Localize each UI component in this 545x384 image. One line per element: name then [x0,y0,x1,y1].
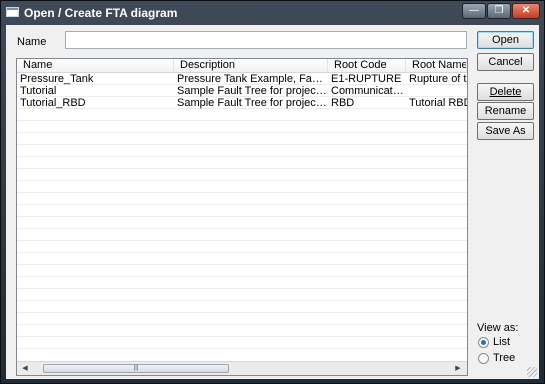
rename-button[interactable]: Rename [477,102,534,120]
close-icon[interactable]: ✕ [512,3,540,19]
minimize-icon[interactable]: — [462,3,486,19]
cell-name: Tutorial_RBD [20,97,86,109]
cancel-button[interactable]: Cancel [477,53,534,71]
view-as-label: View as: [477,322,519,334]
column-header-name[interactable]: Name [17,59,174,72]
name-input[interactable] [65,31,467,49]
save-as-button[interactable]: Save As [477,122,534,140]
restore-icon[interactable]: ❐ [487,3,511,19]
column-header-description[interactable]: Description [174,59,328,72]
cell-root-name: Tutorial RBD St [409,97,467,109]
diagram-list[interactable]: Name Description Root Code Root Name Pre… [16,58,468,376]
window-title: Open / Create FTA diagram [24,6,178,20]
list-item[interactable]: Tutorial Sample Fault Tree for project T… [17,85,467,97]
cell-root-name [406,85,467,97]
cell-description: Pressure Tank Example, Fault Tree Ha... [177,73,328,85]
open-button[interactable]: Open [477,31,534,49]
scroll-left-icon[interactable]: ◀ [18,362,32,375]
scroll-right-icon[interactable]: ▶ [451,362,465,375]
cell-root-code: E1-RUPTURE [331,73,402,85]
view-tree-radio[interactable] [478,353,489,364]
list-item[interactable]: Tutorial_RBD Sample Fault Tree for proje… [17,97,467,109]
column-header-root-name[interactable]: Root Name [406,59,467,72]
scroll-thumb[interactable]: ||| [43,364,229,373]
column-header-root-code[interactable]: Root Code [328,59,406,72]
resize-grip-icon[interactable] [527,367,537,377]
cell-root-code: RBD [331,97,355,109]
list-header: Name Description Root Code Root Name [17,59,467,73]
name-label: Name [17,36,47,48]
view-tree-label[interactable]: Tree [493,352,515,364]
cell-description: Sample Fault Tree for project TUTORIA... [177,85,328,97]
view-list-radio[interactable] [478,337,489,348]
cell-description: Sample Fault Tree for project TUTORIA... [177,97,328,109]
title-bar[interactable]: Open / Create FTA diagram — ❐ ✕ [1,1,544,25]
cell-root-code: Communication sy... [331,85,406,97]
view-list-label[interactable]: List [493,336,510,348]
list-rows: Pressure_Tank Pressure Tank Example, Fau… [17,73,467,351]
dialog-body: Name Name Description Root Code Root Nam… [6,25,539,379]
dialog-window: Open / Create FTA diagram — ❐ ✕ Name Nam… [0,0,545,384]
list-item[interactable]: Pressure_Tank Pressure Tank Example, Fau… [17,73,467,85]
cell-name: Pressure_Tank [20,73,94,85]
horizontal-scrollbar[interactable]: ◀ ||| ▶ [17,361,467,375]
cell-root-name: Rupture of tank [409,73,467,85]
app-window-icon [6,7,19,17]
delete-button[interactable]: Delete [477,83,534,101]
cell-name: Tutorial [20,85,57,97]
